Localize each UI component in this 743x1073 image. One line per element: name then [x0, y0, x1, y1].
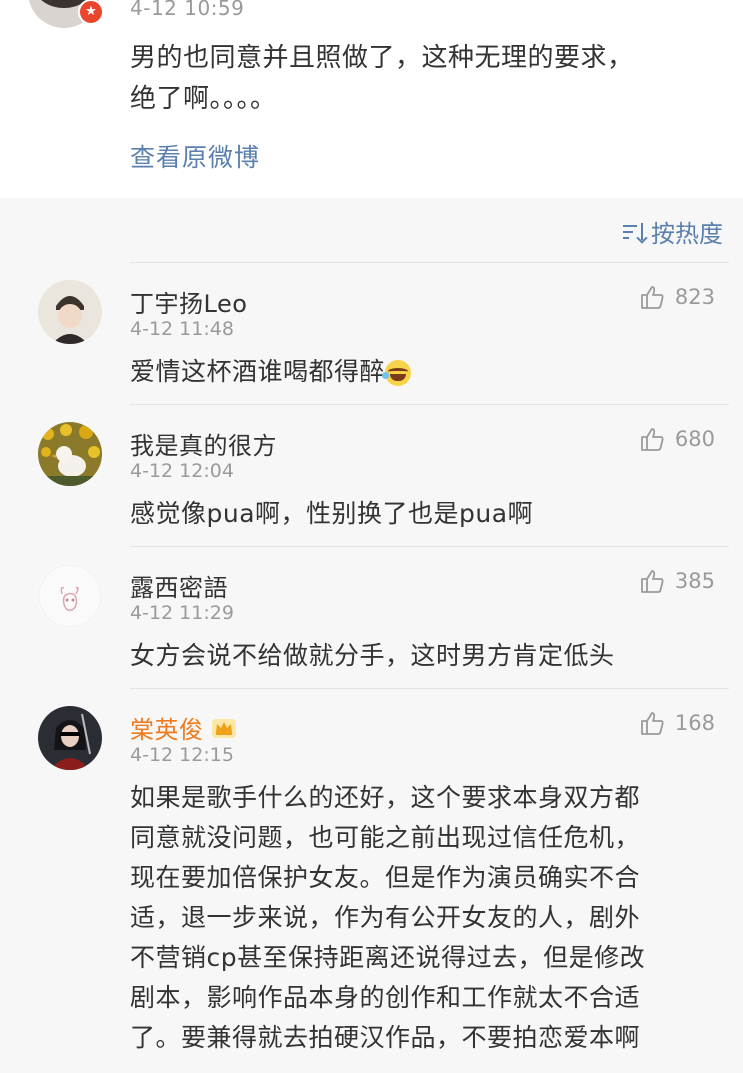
comment-time: 4-12 11:29 [130, 602, 234, 624]
divider [130, 404, 729, 405]
comment-text-line: 了。要兼得就去拍硬汉作品，不要拍恋爱本啊 [130, 1023, 641, 1052]
comment-text: 如果是歌手什么的还好，这个要求本身双方都 同意就没问题，也可能之前出现过信任危机… [130, 778, 710, 1058]
sort-by-hot-button[interactable]: 按热度 [623, 214, 723, 249]
comment-text-line: 剧本，影响作品本身的创作和工作就太不合适 [130, 983, 641, 1012]
post-text: 男的也同意并且照做了，这种无理的要求， 绝了啊。。。。 [130, 38, 710, 120]
view-original-weibo-link[interactable]: 查看原微博 [130, 138, 260, 174]
thumbs-up-icon [639, 568, 665, 594]
commenter-name[interactable]: 我是真的很方 [130, 426, 277, 461]
sort-bar: 按热度 [0, 198, 743, 262]
like-button[interactable]: 823 [639, 284, 715, 310]
comment-time: 4-12 11:48 [130, 318, 234, 340]
thumbs-up-icon [639, 284, 665, 310]
comment-item: 我是真的很方 4-12 12:04 感觉像pua啊，性别换了也是pua啊 680 [0, 404, 743, 546]
post-text-line: 绝了啊。。。。 [130, 84, 277, 114]
comment-text-line: 同意就没问题，也可能之前出现过信任危机， [130, 823, 641, 852]
like-button[interactable]: 680 [639, 426, 715, 452]
commenter-name[interactable]: 露西密語 [130, 568, 228, 603]
commenter-avatar[interactable] [38, 422, 102, 486]
divider [130, 688, 729, 689]
verified-badge-icon: ★ [78, 0, 104, 25]
weibo-comments-page: ★ 4-12 10:59 男的也同意并且照做了，这种无理的要求， 绝了啊。。。。… [0, 0, 743, 1073]
comment-text-line: 不营销cp甚至保持距离还说得过去，但是修改 [130, 943, 646, 972]
comment-time: 4-12 12:04 [130, 460, 234, 482]
comment-text-line: 现在要加倍保护女友。但是作为演员确实不合 [130, 863, 641, 892]
commenter-avatar[interactable] [38, 706, 102, 770]
sort-label: 按热度 [651, 220, 723, 248]
crown-icon [210, 716, 238, 740]
commenter-avatar[interactable] [38, 564, 102, 628]
comment-item: 露西密語 4-12 11:29 女方会说不给做就分手，这时男方肯定低头 385 [0, 546, 743, 688]
thumbs-up-icon [639, 426, 665, 452]
sort-icon [623, 222, 648, 244]
comment-text-line: 适，退一步来说，作为有公开女友的人，剧外 [130, 903, 641, 932]
comment-text: 感觉像pua啊，性别换了也是pua啊 [130, 499, 534, 528]
laugh-cry-emoji-icon [382, 360, 412, 386]
like-count: 385 [674, 569, 715, 593]
commenter-name-text: 棠英俊 [130, 716, 204, 744]
comment-time: 4-12 12:15 [130, 744, 234, 766]
thumbs-up-icon [639, 710, 665, 736]
commenter-name[interactable]: 丁宇扬Leo [130, 284, 247, 319]
divider [130, 546, 729, 547]
comment-text-line: 如果是歌手什么的还好，这个要求本身双方都 [130, 783, 641, 812]
like-button[interactable]: 385 [639, 568, 715, 594]
like-button[interactable]: 168 [639, 710, 715, 736]
original-post: ★ 4-12 10:59 男的也同意并且照做了，这种无理的要求， 绝了啊。。。。… [0, 0, 743, 198]
post-time: 4-12 10:59 [130, 0, 245, 20]
comment-item: 棠英俊 4-12 12:15 如果是歌手什么的还好，这个要求本身双方都 同意就没… [0, 688, 743, 1073]
divider [130, 262, 729, 263]
commenter-avatar[interactable] [38, 280, 102, 344]
comment-text-content: 爱情这杯酒谁喝都得醉 [130, 357, 386, 386]
commenter-name[interactable]: 棠英俊 [130, 710, 238, 745]
like-count: 680 [674, 427, 715, 451]
comment-text: 爱情这杯酒谁喝都得醉 [130, 352, 710, 392]
comment-item: 丁宇扬Leo 4-12 11:48 爱情这杯酒谁喝都得醉 823 [0, 262, 743, 404]
like-count: 823 [674, 285, 715, 309]
like-count: 168 [674, 711, 715, 735]
post-text-line: 男的也同意并且照做了，这种无理的要求， [130, 43, 634, 73]
comment-text: 女方会说不给做就分手，这时男方肯定低头 [130, 641, 615, 670]
